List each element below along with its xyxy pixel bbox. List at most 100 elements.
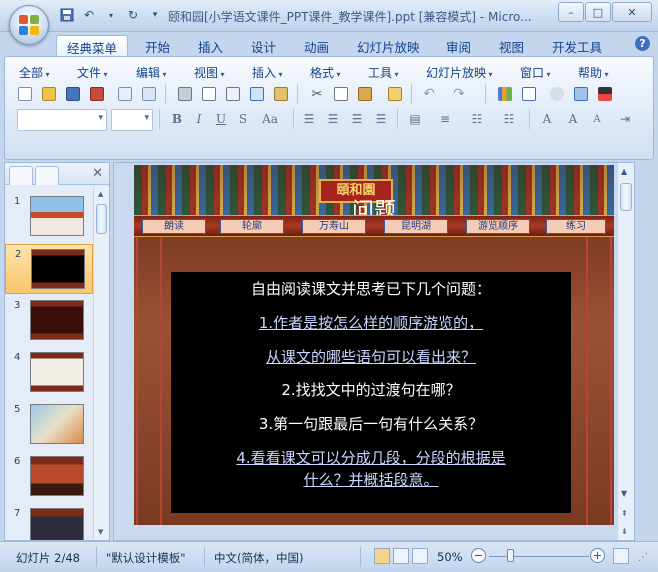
zoom-slider-track[interactable] [489, 556, 589, 557]
scroll-up-icon[interactable]: ▲ [621, 167, 627, 176]
menu-insert[interactable]: 插入 [252, 64, 283, 81]
shrink-font-icon[interactable]: A [587, 109, 607, 129]
bold-button[interactable]: B [167, 109, 187, 129]
fit-slide-icon[interactable] [613, 548, 629, 564]
help-icon[interactable]: ? [635, 36, 650, 51]
insert-chart-icon[interactable] [495, 84, 515, 104]
nav-button-outline[interactable]: 轮廓 [220, 219, 284, 234]
spelling-icon[interactable] [247, 84, 267, 104]
tab-home[interactable]: 开始 [145, 35, 170, 56]
question-1-link[interactable]: 1.作者是按怎么样的顺序游览的， [171, 312, 571, 333]
align-center-icon[interactable]: ☰ [323, 109, 343, 129]
bullets-icon[interactable]: ☷ [499, 109, 519, 129]
underline-button[interactable]: U [211, 109, 231, 129]
slide-sorter-icon[interactable] [393, 548, 409, 564]
align-left-icon[interactable]: ☰ [299, 109, 319, 129]
maximize-button[interactable]: □ [585, 2, 611, 22]
pdf-icon[interactable] [139, 84, 159, 104]
columns-icon[interactable]: ▤ [405, 109, 425, 129]
customize-qat-icon[interactable]: ▾ [146, 6, 164, 24]
paste-icon[interactable] [355, 84, 375, 104]
close-pane-icon[interactable]: ✕ [92, 166, 103, 181]
research-book-icon[interactable] [271, 84, 291, 104]
menu-file[interactable]: 文件 [77, 64, 108, 81]
numbering-icon[interactable]: ☷ [467, 109, 487, 129]
save-icon[interactable] [58, 6, 76, 24]
tab-review[interactable]: 审阅 [446, 35, 471, 56]
tab-slideshow[interactable]: 幻灯片放映 [357, 35, 420, 56]
nav-button-exercise[interactable]: 练习 [546, 219, 606, 234]
thumbnail-item-selected[interactable]: 2 [5, 244, 93, 294]
menu-window[interactable]: 窗口 [520, 64, 551, 81]
menu-help[interactable]: 帮助 [578, 64, 609, 81]
change-case-button[interactable]: Aa [257, 109, 283, 129]
slide-scrollbar[interactable]: ▲ ▼ ⇞ ⇟ [617, 163, 634, 540]
zoom-level[interactable]: 50% [437, 550, 463, 564]
thumbnail-item[interactable]: 7 [5, 504, 93, 540]
question-4-link[interactable]: 4.看看课文可以分成几段，分段的根据是 [171, 447, 571, 468]
scroll-thumb[interactable] [96, 204, 107, 234]
tab-developer[interactable]: 开发工具 [552, 35, 602, 56]
italic-button[interactable]: I [189, 109, 209, 129]
thumbnails-scrollbar[interactable]: ▲ ▼ [93, 186, 109, 540]
minimize-button[interactable]: – [558, 2, 584, 22]
zoom-in-icon[interactable]: + [590, 548, 605, 563]
slides-tab-icon[interactable] [9, 166, 33, 185]
office-button[interactable] [9, 5, 49, 45]
copy-icon[interactable] [331, 84, 351, 104]
slide-canvas[interactable]: 頤和園 问题 朗读 轮廓 万寿山 昆明湖 游览顺序 练习 自由阅读课文并思考已下… [134, 165, 614, 525]
permission-icon[interactable] [87, 84, 107, 104]
outline-tab-icon[interactable] [35, 166, 59, 185]
thumbnail-item[interactable]: 4 [5, 348, 93, 398]
menu-format[interactable]: 格式 [310, 64, 341, 81]
tab-animations[interactable]: 动画 [304, 35, 329, 56]
close-button[interactable]: ✕ [612, 2, 652, 22]
save-file-icon[interactable] [63, 84, 83, 104]
zoom-out-icon[interactable]: − [471, 548, 486, 563]
line-spacing-icon[interactable]: ≡ [435, 109, 455, 129]
print-icon[interactable] [175, 84, 195, 104]
scroll-down-icon[interactable]: ▼ [98, 528, 103, 536]
color-grayscale-icon[interactable] [595, 84, 615, 104]
menu-tools[interactable]: 工具 [368, 64, 399, 81]
research-icon[interactable] [223, 84, 243, 104]
menu-slideshow[interactable]: 幻灯片放映 [426, 64, 493, 81]
question-text-box[interactable]: 自由阅读课文并思考已下几个问题： 1.作者是按怎么样的顺序游览的， 从课文的哪些… [171, 272, 571, 513]
print-preview-icon[interactable] [199, 84, 219, 104]
clip-art-icon[interactable] [547, 84, 567, 104]
align-right-icon[interactable]: ☰ [347, 109, 367, 129]
grow-font-icon[interactable]: A [563, 109, 583, 129]
normal-view-icon[interactable] [374, 548, 390, 564]
menu-edit[interactable]: 编辑 [136, 64, 167, 81]
strikethrough-button[interactable]: S [233, 109, 253, 129]
tab-classic-menu[interactable]: 经典菜单 [56, 35, 129, 56]
font-color-icon[interactable]: A [537, 109, 557, 129]
tab-insert[interactable]: 插入 [198, 35, 223, 56]
scroll-up-icon[interactable]: ▲ [98, 190, 103, 198]
open-icon[interactable] [39, 84, 59, 104]
zoom-slider-thumb[interactable] [507, 549, 514, 562]
cut-icon[interactable]: ✂ [307, 84, 327, 104]
previous-slide-icon[interactable]: ⇞ [621, 509, 628, 518]
font-name-combo[interactable] [17, 109, 107, 131]
nav-button-wanshou[interactable]: 万寿山 [302, 219, 366, 234]
redo-toolbar-icon[interactable]: ↷ [449, 84, 469, 104]
increase-indent-icon[interactable]: ⇥ [615, 109, 635, 129]
tab-view[interactable]: 视图 [499, 35, 524, 56]
scroll-down-icon[interactable]: ▼ [621, 489, 627, 498]
slide-scroll-thumb[interactable] [620, 183, 632, 211]
undo-icon[interactable]: ↶ [80, 6, 98, 24]
nav-button-read[interactable]: 朗读 [142, 219, 206, 234]
new-icon[interactable] [15, 84, 35, 104]
nav-button-order[interactable]: 游览顺序 [466, 219, 530, 234]
thumbnail-item[interactable]: 1 [5, 192, 93, 242]
thumbnail-item[interactable]: 3 [5, 296, 93, 346]
question-4-link-cont[interactable]: 什么？并概括段意。 [171, 469, 571, 490]
tab-design[interactable]: 设计 [251, 35, 276, 56]
zoom-to-fit-icon[interactable] [571, 84, 591, 104]
thumbnail-item[interactable]: 6 [5, 452, 93, 502]
undo-toolbar-icon[interactable]: ↶ [419, 84, 439, 104]
font-size-combo[interactable] [111, 109, 153, 131]
nav-button-kunming[interactable]: 昆明湖 [384, 219, 448, 234]
question-1-link-cont[interactable]: 从课文的哪些语句可以看出来？ [171, 346, 571, 367]
